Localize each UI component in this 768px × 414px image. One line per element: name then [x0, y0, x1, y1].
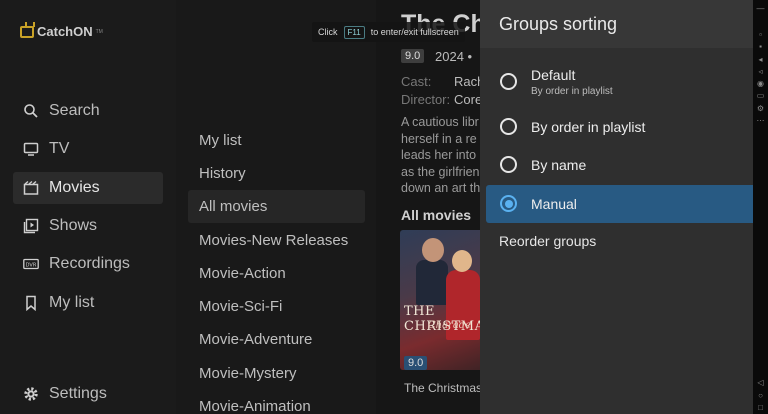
app-logo: CatchON TM: [20, 24, 103, 39]
sort-option-default[interactable]: Default By order in playlist: [486, 62, 753, 102]
f11-key: F11: [343, 25, 365, 39]
sidebar-item-tv[interactable]: TV: [13, 133, 163, 165]
sort-option-label: Manual: [531, 196, 577, 212]
sidebar-item-label: My list: [49, 294, 95, 311]
sidebar-item-my-list[interactable]: My list: [13, 287, 163, 319]
volume-up-icon[interactable]: ◂: [756, 55, 765, 64]
fullscreen-hint-prefix: Click: [318, 27, 338, 37]
category-item-active[interactable]: All movies: [188, 190, 365, 223]
category-list: My list History All movies Movies-New Re…: [176, 0, 376, 414]
description-line: herself in a re: [401, 131, 477, 146]
gear-icon: [23, 386, 39, 402]
search-icon: [23, 103, 39, 119]
system-toolbar: — ▫ ▪ ◂ ◃ ◉ ▭ ⚙ ⋯ ◁ ○ □: [753, 0, 768, 414]
poster-figure-head: [452, 250, 472, 272]
svg-text:DVR: DVR: [26, 263, 37, 269]
movie-description: A cautious libr herself in a re leads he…: [401, 114, 480, 197]
sidebar: CatchON TM Search TV Movies Shows DVR Re…: [0, 0, 176, 414]
sort-option-label: By order in playlist: [531, 119, 646, 135]
category-item[interactable]: Movies-New Releases: [188, 224, 365, 257]
director-label: Director:: [401, 92, 451, 107]
director-value: Core: [454, 92, 480, 107]
category-item[interactable]: Movie-Action: [188, 257, 365, 290]
poster-figure: [416, 260, 448, 305]
volume-down-icon[interactable]: ◃: [756, 67, 765, 76]
section-title: All movies: [401, 207, 472, 223]
sidebar-item-shows[interactable]: Shows: [13, 210, 163, 242]
poster-caption: The Christmas: [404, 381, 480, 395]
shows-icon: [23, 218, 39, 234]
fullscreen-hint: Click F11 to enter/exit fullscreen: [312, 22, 465, 42]
poster-rating-badge: 9.0: [404, 356, 428, 370]
description-line: as the girlfrien: [401, 164, 480, 179]
category-item[interactable]: History: [188, 157, 365, 190]
movie-year: 2024 •: [435, 49, 472, 64]
poster-subtitle: Charade: [428, 320, 472, 331]
rating-badge: 9.0: [401, 49, 425, 63]
more-icon[interactable]: ⋯: [756, 116, 765, 125]
category-item[interactable]: Movie-Sci-Fi: [188, 290, 365, 323]
radio-icon: [500, 156, 517, 173]
cast-value: Rach: [454, 74, 480, 89]
category-item[interactable]: My list: [188, 124, 365, 157]
groups-sorting-panel: Groups sorting Default By order in playl…: [480, 0, 753, 414]
tv-logo-icon: [20, 25, 34, 38]
bookmark-icon: [23, 295, 39, 311]
app-logo-tm: TM: [95, 28, 103, 35]
reorder-groups-button[interactable]: Reorder groups: [499, 233, 596, 249]
back-icon[interactable]: ◁: [756, 378, 765, 387]
dvr-icon: DVR: [23, 256, 39, 272]
panel-title: Groups sorting: [480, 0, 753, 48]
location-icon[interactable]: ◉: [756, 79, 765, 88]
sidebar-item-settings[interactable]: Settings: [13, 378, 163, 410]
sidebar-item-label: Movies: [49, 179, 100, 196]
app-logo-text: CatchON: [37, 24, 93, 39]
sidebar-item-search[interactable]: Search: [13, 95, 163, 127]
radio-icon: [500, 73, 517, 90]
movie-icon: [23, 180, 39, 196]
sidebar-item-label: Search: [49, 102, 100, 119]
meta-separator: •: [467, 49, 473, 64]
folder-icon[interactable]: ▭: [756, 91, 765, 100]
description-line: down an art th: [401, 181, 480, 195]
resize-icon[interactable]: ▫: [756, 30, 765, 39]
category-item[interactable]: Movie-Adventure: [188, 323, 365, 356]
movie-year-value: 2024: [435, 49, 464, 64]
sort-option-label: By name: [531, 157, 587, 173]
cast-label: Cast:: [401, 74, 432, 89]
category-item[interactable]: Movie-Animation: [188, 390, 365, 414]
sidebar-item-recordings[interactable]: DVR Recordings: [13, 248, 163, 280]
home-icon[interactable]: ○: [756, 391, 765, 400]
poster-figure-head: [422, 238, 444, 262]
radio-checked-icon: [500, 195, 517, 212]
radio-icon: [500, 118, 517, 135]
settings-icon[interactable]: ⚙: [756, 104, 765, 113]
sort-option-manual[interactable]: Manual: [486, 185, 753, 223]
description-line: A cautious libr: [401, 115, 479, 129]
category-item[interactable]: Movie-Mystery: [188, 357, 365, 390]
keyboard-icon[interactable]: ▪: [756, 42, 765, 51]
description-line: leads her into: [401, 148, 477, 162]
sort-option-label: Default: [531, 67, 576, 83]
sidebar-item-label: TV: [49, 140, 70, 157]
sort-option-by-order[interactable]: By order in playlist: [486, 110, 753, 144]
sidebar-item-label: Settings: [49, 385, 107, 402]
movie-poster[interactable]: THE CHRISTMAS Charade 9.0: [400, 230, 480, 370]
tv-icon: [23, 141, 39, 157]
fullscreen-hint-suffix: to enter/exit fullscreen: [370, 27, 459, 37]
sidebar-item-label: Shows: [49, 217, 98, 234]
minimize-icon[interactable]: —: [756, 4, 765, 13]
recents-icon[interactable]: □: [756, 403, 765, 412]
sidebar-item-movies[interactable]: Movies: [13, 172, 163, 204]
sidebar-item-label: Recordings: [49, 255, 130, 272]
movie-detail: The Ch 9.0 2024 • Cast: Rach Director: C…: [376, 0, 480, 414]
sort-option-by-name[interactable]: By name: [486, 148, 753, 182]
sort-option-sublabel: By order in playlist: [531, 86, 613, 97]
